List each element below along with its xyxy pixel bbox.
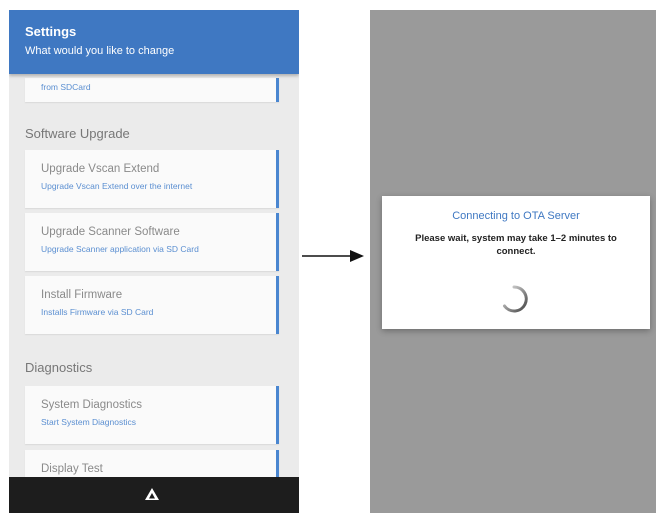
app-header: Settings What would you like to change [9,10,299,74]
item-title: Install Firmware [41,289,123,301]
item-subtitle: Start System Diagnostics [41,417,136,427]
settings-screen: from SDCard Software Upgrade Upgrade Vsc… [9,10,299,513]
item-subtitle: Upgrade Vscan Extend over the internet [41,181,193,191]
item-title: Display Test [41,463,103,475]
item-title: Upgrade Vscan Extend [41,163,160,175]
list-item-restore-config[interactable]: from SDCard [25,78,279,102]
dialog-title: Connecting to OTA Server [452,210,580,222]
navigation-bar [9,477,299,513]
settings-list[interactable]: from SDCard Software Upgrade Upgrade Vsc… [9,10,299,513]
list-item-system-diagnostics[interactable]: System Diagnostics Start System Diagnost… [25,386,279,444]
item-subtitle: Installs Firmware via SD Card [41,307,154,317]
list-item-install-firmware[interactable]: Install Firmware Installs Firmware via S… [25,276,279,334]
list-item-upgrade-scanner[interactable]: Upgrade Scanner Software Upgrade Scanner… [25,213,279,271]
connecting-screen: Connecting to OTA Server Please wait, sy… [370,10,656,513]
dialog-message: Please wait, system may take 1–2 minutes… [415,233,617,257]
list-item-upgrade-vscan[interactable]: Upgrade Vscan Extend Upgrade Vscan Exten… [25,150,279,208]
home-icon[interactable] [145,488,159,501]
section-title-diagnostics: Diagnostics [25,360,93,375]
item-title: System Diagnostics [41,399,142,411]
item-title: Upgrade Scanner Software [41,226,180,238]
item-subtitle: from SDCard [41,82,91,92]
item-subtitle: Upgrade Scanner application via SD Card [41,244,199,254]
section-title-software-upgrade: Software Upgrade [25,126,130,141]
right-arrow-icon [302,250,364,262]
page-title: Settings [25,24,77,39]
connecting-dialog: Connecting to OTA Server Please wait, sy… [382,196,650,329]
page-subtitle: What would you like to change [25,45,175,57]
loading-spinner-icon [503,285,528,313]
